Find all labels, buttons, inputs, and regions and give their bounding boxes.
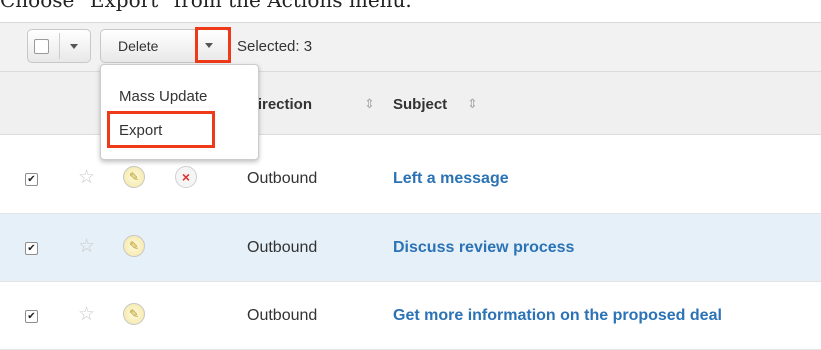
subject-link[interactable]: Left a message: [393, 170, 509, 188]
direction-cell: Outbound: [247, 239, 318, 256]
actions-caret-highlight: [195, 27, 231, 63]
row-checkbox[interactable]: ✔: [25, 173, 38, 186]
sort-icon[interactable]: ⇕: [364, 96, 375, 112]
menu-item-mass-update[interactable]: Mass Update: [119, 88, 207, 105]
actions-dropdown-menu: Mass Update Export: [100, 64, 259, 160]
chevron-down-icon: [70, 44, 78, 49]
edit-pencil-icon[interactable]: ✎: [123, 235, 145, 257]
subject-link[interactable]: Discuss review process: [393, 239, 574, 257]
direction-cell: Outbound: [247, 170, 318, 187]
select-all-checkbox[interactable]: [34, 39, 49, 54]
favorite-star-icon[interactable]: ☆: [78, 235, 95, 258]
subject-link[interactable]: Get more information on the proposed dea…: [393, 307, 722, 325]
row-checkbox[interactable]: ✔: [25, 310, 38, 323]
row-checkbox[interactable]: ✔: [25, 242, 38, 255]
direction-cell: Outbound: [247, 307, 318, 324]
favorite-star-icon[interactable]: ☆: [78, 303, 95, 326]
table-row: ✔ ☆ ✎ Outbound Discuss review process: [0, 214, 821, 282]
sort-icon[interactable]: ⇕: [467, 96, 478, 112]
delete-button[interactable]: Delete: [118, 38, 158, 54]
column-header-subject[interactable]: Subject: [393, 96, 447, 113]
favorite-star-icon[interactable]: ☆: [78, 166, 95, 189]
delete-x-icon[interactable]: ×: [175, 166, 197, 188]
edit-pencil-icon[interactable]: ✎: [123, 303, 145, 325]
edit-pencil-icon[interactable]: ✎: [123, 166, 145, 188]
instruction-caption: Choose "Export" from the Actions menu.: [0, 0, 412, 12]
divider: [59, 33, 60, 59]
table-row: ✔ ☆ ✎ Outbound Get more information on t…: [0, 282, 821, 350]
export-highlight: [107, 111, 215, 148]
mass-select-dropdown[interactable]: [27, 29, 91, 63]
selected-count: Selected: 3: [237, 38, 313, 55]
